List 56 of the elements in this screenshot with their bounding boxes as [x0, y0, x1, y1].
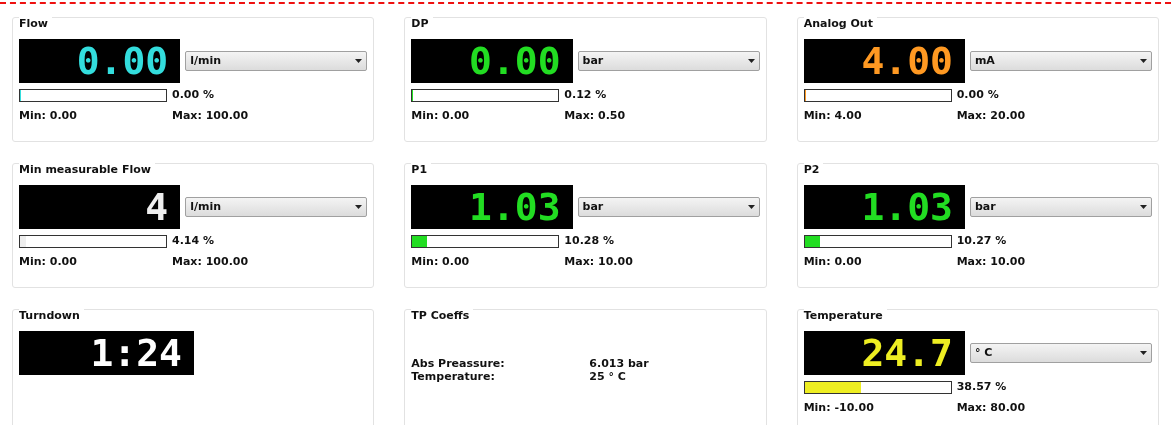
max-text: Max: 10.00 [564, 253, 633, 270]
caret-icon [1140, 351, 1147, 355]
unit-dropdown[interactable]: bar [969, 197, 1152, 217]
panel-title: P1 [411, 163, 432, 176]
unit-dropdown[interactable]: l/min [185, 197, 368, 217]
panel-title: TP Coeffs [411, 309, 474, 322]
unit-dropdown[interactable]: l/min [185, 51, 368, 71]
coeff-value: 25 ° C [589, 370, 626, 383]
max-text: Max: 100.00 [172, 253, 249, 270]
caret-icon [747, 205, 755, 209]
max-text: Max: 0.50 [564, 107, 626, 124]
min-text: Min: 4.00 [803, 107, 863, 124]
percent-text: 38.57 % [956, 379, 1007, 395]
readout-digits: 0.00 [76, 42, 169, 80]
unit-dropdown[interactable]: bar [577, 51, 760, 71]
min-text: Min: 0.00 [19, 107, 78, 124]
max-text: Max: 20.00 [956, 107, 1026, 124]
percent-text: 0.12 % [564, 87, 607, 103]
max-text: Max: 80.00 [956, 399, 1026, 416]
min-text: Min: -10.00 [803, 399, 875, 416]
percent-text: 0.00 % [172, 87, 214, 103]
min-text: Min: 0.00 [803, 253, 863, 270]
readout-digits: 4.00 [861, 42, 953, 80]
max-text: Max: 100.00 [172, 107, 249, 124]
panel-title: Temperature [803, 309, 887, 322]
caret-icon [355, 59, 363, 63]
percent-text: 10.28 % [564, 233, 614, 249]
caret-icon [1140, 59, 1147, 63]
panel-title: DP [411, 17, 433, 30]
readout-digits: 1:24 [90, 334, 182, 372]
coeff-label: Temperature: [411, 370, 496, 383]
unit-dropdown[interactable]: ° C [969, 343, 1152, 363]
panel-title: Turndown [19, 309, 84, 322]
percent-text: 0.00 % [956, 87, 999, 103]
min-text: Min: 0.00 [19, 253, 78, 270]
max-text: Max: 10.00 [956, 253, 1026, 270]
panel-title: P2 [803, 163, 824, 176]
percent-text: 4.14 % [172, 233, 214, 249]
unit-dropdown[interactable]: mA [969, 51, 1152, 71]
caret-icon [1140, 205, 1147, 209]
panel-title: Min measurable Flow [19, 163, 155, 176]
coeff-label: Abs Preassure: [411, 357, 506, 370]
panel-title: Flow [19, 17, 52, 30]
readout-digits: 0.00 [469, 42, 561, 80]
panel-title: Analog Out [803, 17, 877, 30]
caret-icon [355, 205, 363, 209]
caret-icon [747, 59, 755, 63]
percent-text: 10.27 % [956, 233, 1007, 249]
readout-digits: 1.03 [861, 188, 953, 226]
readout-digits: 1.03 [469, 188, 561, 226]
min-text: Min: 0.00 [411, 107, 471, 124]
coeff-value: 6.013 bar [589, 357, 649, 370]
unit-dropdown[interactable]: bar [577, 197, 760, 217]
min-text: Min: 0.00 [411, 253, 471, 270]
readout-digits: 4 [145, 188, 169, 226]
readout-digits: 24.7 [861, 334, 953, 372]
